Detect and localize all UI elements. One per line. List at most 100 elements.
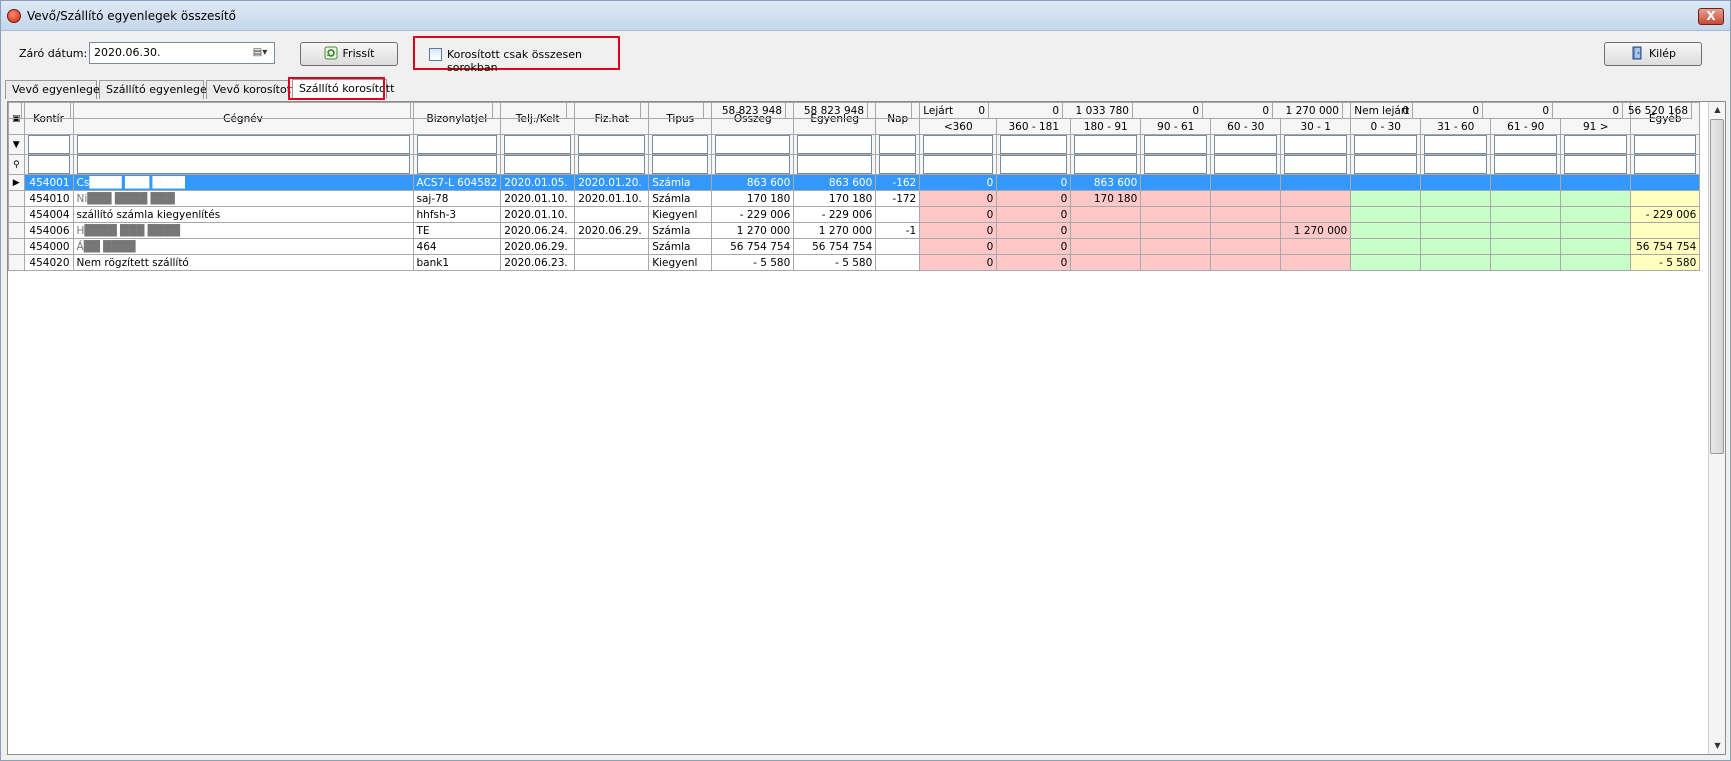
aged-only-totals-checkbox[interactable] <box>429 48 442 61</box>
col-n-31-60[interactable]: 31 - 60 <box>1420 118 1492 135</box>
filter-input[interactable] <box>652 135 709 154</box>
table-cell <box>1280 190 1352 207</box>
search-input[interactable] <box>797 155 873 174</box>
aged-only-totals-label[interactable]: Korosított csak összesen sorokban <box>447 48 618 74</box>
tab-vevo-korositott[interactable]: Vevő korosított <box>206 80 295 99</box>
calendar-dropdown-icon[interactable]: ▤▾ <box>249 46 271 60</box>
table-cell <box>1210 222 1282 239</box>
col-n-61-90[interactable]: 61 - 90 <box>1490 118 1562 135</box>
filter-input[interactable] <box>504 135 572 154</box>
table-row[interactable]: 454020 Nem rögzített szállító bank1 2020.06… <box>8 254 1701 271</box>
search-input[interactable] <box>1354 155 1418 174</box>
table-cell <box>1490 190 1562 207</box>
filter-input[interactable] <box>879 135 917 154</box>
table-cell <box>1490 238 1562 255</box>
filter-input[interactable] <box>923 135 994 154</box>
table-cell: 2020.01.10. <box>500 190 576 207</box>
search-input[interactable] <box>27 155 70 174</box>
table-cell <box>1630 190 1701 207</box>
col-l-360-181[interactable]: 360 - 181 <box>996 118 1072 135</box>
col-n-0-30[interactable]: 0 - 30 <box>1350 118 1422 135</box>
search-input[interactable] <box>76 155 410 174</box>
filter-input[interactable] <box>1284 135 1348 154</box>
search-input[interactable] <box>1494 155 1558 174</box>
col-l-60-30[interactable]: 60 - 30 <box>1210 118 1282 135</box>
table-cell: 2020.06.29. <box>500 238 576 255</box>
search-input[interactable] <box>1424 155 1488 174</box>
search-input[interactable] <box>1000 155 1068 174</box>
table-cell: - 5 580 <box>1630 254 1701 271</box>
table-cell <box>1420 190 1492 207</box>
row-indicator[interactable] <box>8 222 25 239</box>
table-row[interactable]: 454004 szállító számla kiegyenlítés hhfsh-… <box>8 206 1701 223</box>
tab-vevo-egyenlegek[interactable]: Vevő egyenlegek <box>5 80 106 99</box>
vertical-scrollbar[interactable]: ▲ ▼ <box>1708 102 1725 754</box>
table-cell: 0 <box>996 254 1072 271</box>
row-indicator[interactable] <box>8 238 25 255</box>
date-picker[interactable]: 2020.06.30. ▤▾ <box>89 42 275 64</box>
table-cell <box>1560 222 1632 239</box>
filter-input[interactable] <box>1074 135 1138 154</box>
table-cell <box>1140 238 1212 255</box>
filter-input[interactable] <box>1634 135 1697 154</box>
search-input[interactable] <box>1144 155 1208 174</box>
table-cell: 56 754 754 <box>711 238 795 255</box>
search-input[interactable] <box>715 155 791 174</box>
col-l-360[interactable]: <360 <box>919 118 998 135</box>
date-value: 2020.06.30. <box>94 46 161 59</box>
col-l-180-91[interactable]: 180 - 91 <box>1070 118 1142 135</box>
table-row[interactable]: 454006 H████ ███ ████ TE 2020.06.24. 2020.06… <box>8 222 1701 239</box>
scroll-thumb[interactable] <box>1710 119 1724 454</box>
search-input[interactable] <box>652 155 709 174</box>
search-input[interactable] <box>1284 155 1348 174</box>
close-button[interactable]: X <box>1698 8 1724 25</box>
row-indicator[interactable] <box>8 190 25 207</box>
search-input[interactable] <box>1214 155 1278 174</box>
filter-input[interactable] <box>1000 135 1068 154</box>
total-cell: 56 520 168 <box>1622 102 1692 119</box>
col-l-90-61[interactable]: 90 - 61 <box>1140 118 1212 135</box>
col-n-91[interactable]: 91 > <box>1560 118 1632 135</box>
filter-input[interactable] <box>1144 135 1208 154</box>
filter-input[interactable] <box>1424 135 1488 154</box>
filter-input[interactable] <box>1494 135 1558 154</box>
search-input[interactable] <box>578 155 646 174</box>
search-input[interactable] <box>879 155 917 174</box>
table-cell <box>875 254 921 271</box>
search-input[interactable] <box>1074 155 1138 174</box>
table-cell: 0 <box>996 222 1072 239</box>
table-cell <box>1630 222 1701 239</box>
filter-input[interactable] <box>27 135 70 154</box>
search-input[interactable] <box>504 155 572 174</box>
scroll-up-icon[interactable]: ▲ <box>1709 102 1726 118</box>
tab-szallito-egyenlegek[interactable]: Szállító egyenlegek <box>99 80 213 99</box>
table-row[interactable]: 454000 Á██ ████ 464 2020.06.29. Számla 56 754… <box>8 238 1701 255</box>
table-cell: - 229 006 <box>1630 206 1701 223</box>
filter-input[interactable] <box>715 135 791 154</box>
current-row-indicator-icon[interactable]: ▶ <box>8 174 25 191</box>
col-l-30-1[interactable]: 30 - 1 <box>1280 118 1352 135</box>
table-cell: 0 <box>919 222 998 239</box>
search-input[interactable] <box>416 155 498 174</box>
filter-input[interactable] <box>1564 135 1628 154</box>
table-row[interactable]: ▶ 454001 Cs████ ███ ████ ACS7-L 604582 2020.… <box>8 174 1701 191</box>
row-indicator[interactable] <box>8 254 25 271</box>
filter-input[interactable] <box>1214 135 1278 154</box>
filter-input[interactable] <box>1354 135 1418 154</box>
table-row[interactable]: 454010 Ni███ ████ ███ saj-78 2020.01.10. 202… <box>8 190 1701 207</box>
table-cell: 863 600 <box>1070 174 1142 191</box>
filter-input[interactable] <box>578 135 646 154</box>
refresh-button[interactable]: Frissít <box>300 42 398 66</box>
scroll-down-icon[interactable]: ▼ <box>1709 738 1726 754</box>
table-cell: Á██ ████ <box>72 238 414 255</box>
exit-button[interactable]: Kilép <box>1604 42 1702 66</box>
filter-input[interactable] <box>416 135 498 154</box>
row-indicator[interactable] <box>8 206 25 223</box>
table-cell: 170 180 <box>711 190 795 207</box>
search-input[interactable] <box>923 155 994 174</box>
search-input[interactable] <box>1564 155 1628 174</box>
search-input[interactable] <box>1634 155 1697 174</box>
filter-input[interactable] <box>76 135 410 154</box>
refresh-icon <box>324 46 338 60</box>
filter-input[interactable] <box>797 135 873 154</box>
